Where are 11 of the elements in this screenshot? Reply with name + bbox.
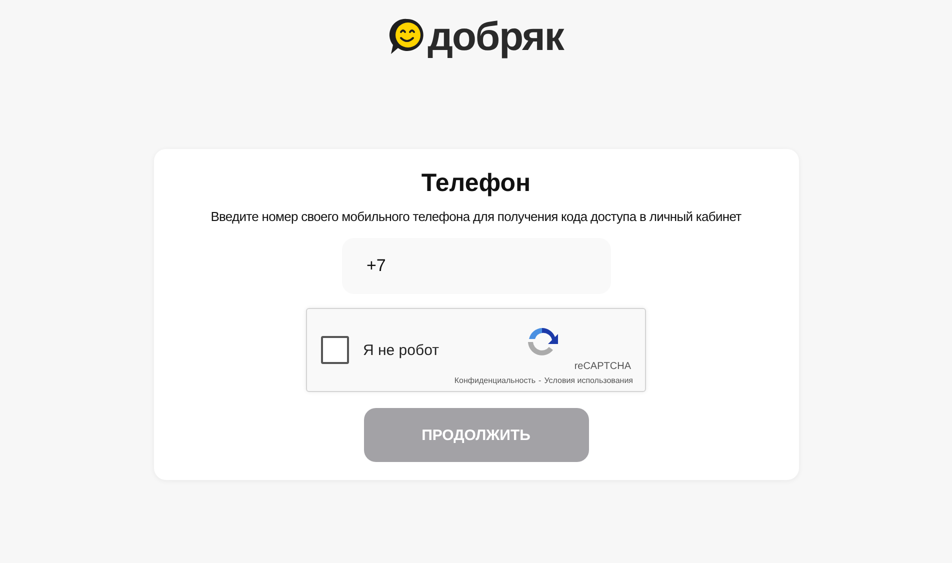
card-title: Телефон: [421, 168, 531, 199]
link-separator: -: [538, 376, 542, 385]
logo-text: добряк: [428, 15, 564, 59]
recaptcha-brand: reCAPTCHA: [574, 361, 631, 372]
smiley-logo-icon: [388, 17, 425, 57]
captcha-checkbox[interactable]: [321, 336, 349, 364]
terms-link[interactable]: Условия использования: [544, 376, 633, 385]
captcha-label: Я не робот: [363, 342, 440, 358]
privacy-link[interactable]: Конфиденциальность: [454, 376, 536, 385]
phone-field[interactable]: +7: [342, 238, 610, 294]
instruction-text: Введите номер своего мобильного телефона для получения кода доступа в личный кабинет: [210, 209, 742, 224]
